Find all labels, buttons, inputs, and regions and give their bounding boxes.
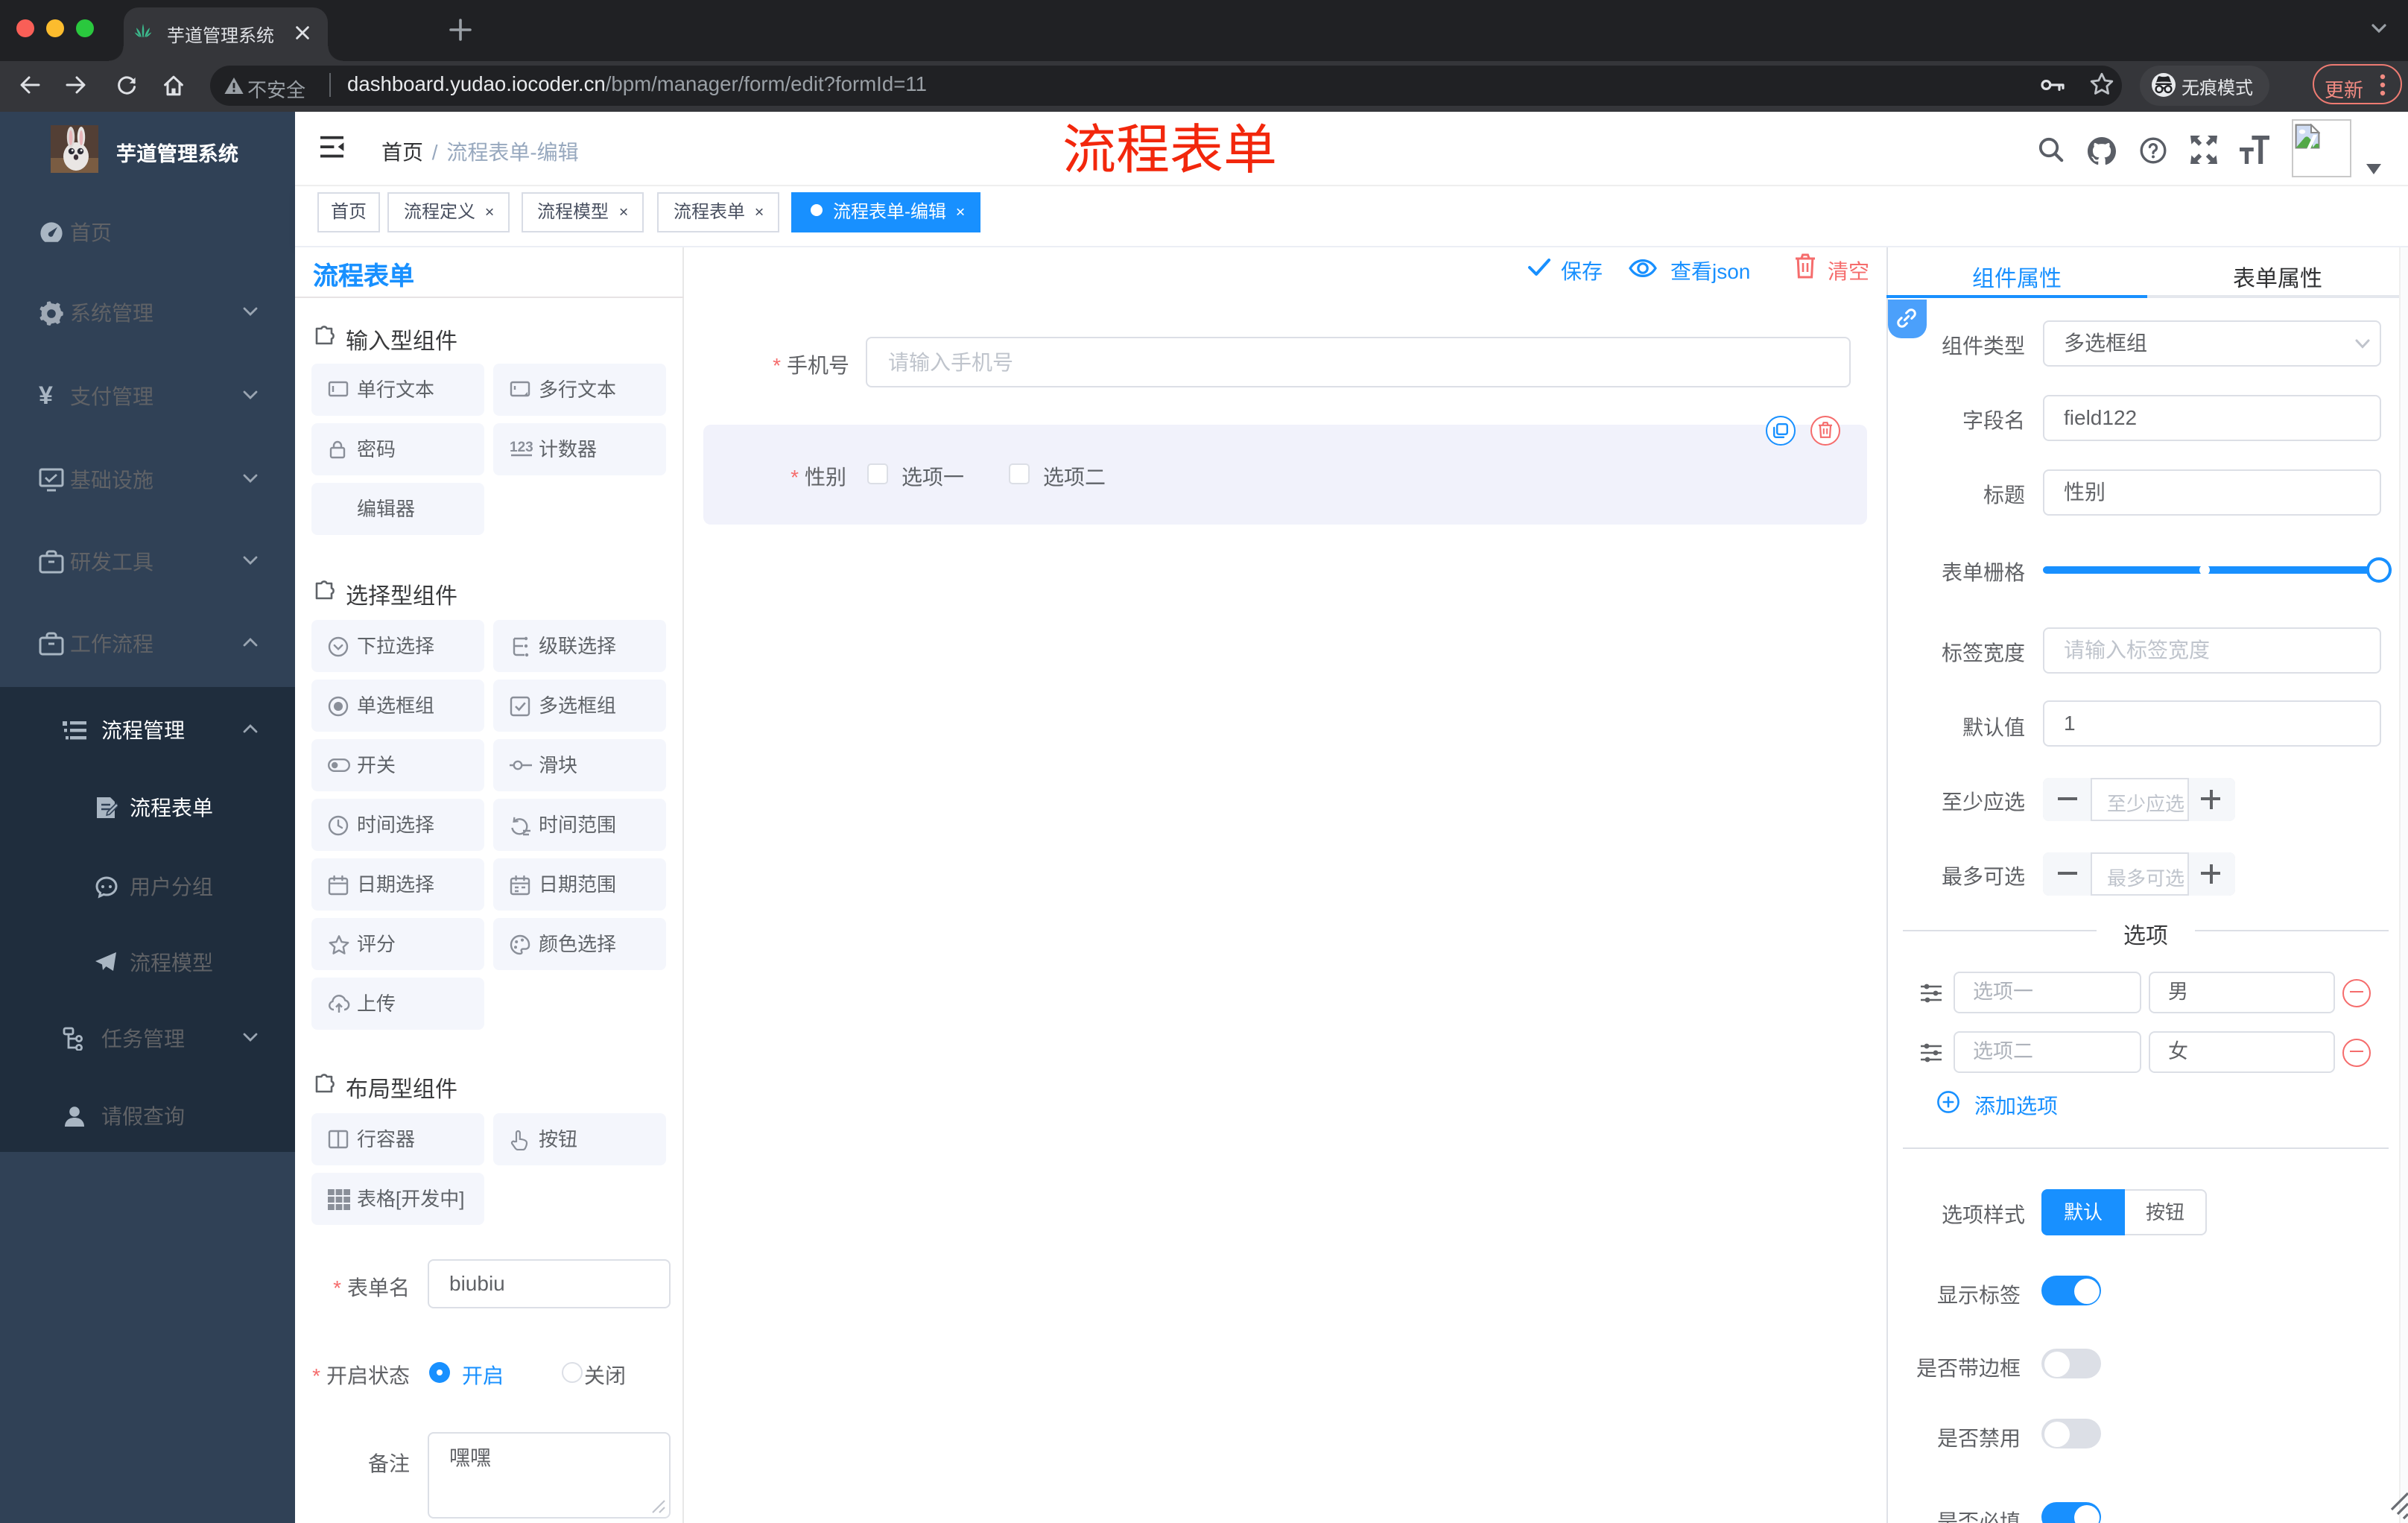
svg-text:123: 123 [509,440,533,455]
